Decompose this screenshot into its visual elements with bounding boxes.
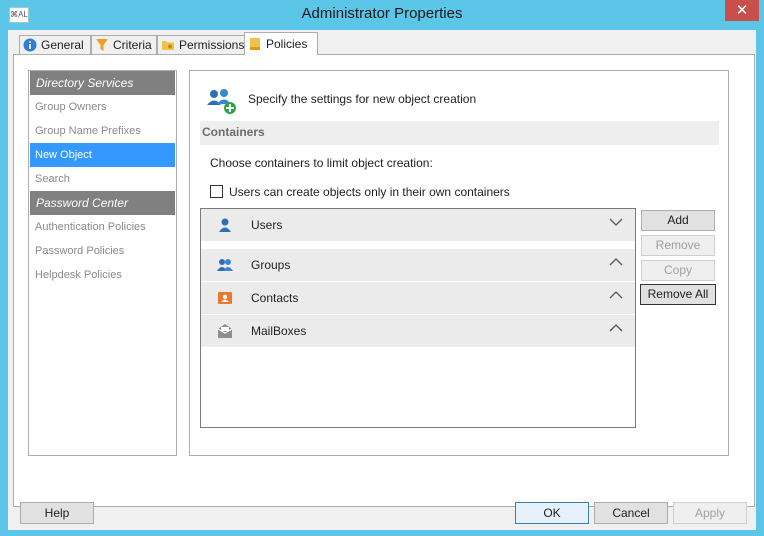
chevron-down-icon[interactable] [609,217,623,227]
nav-item-search[interactable]: Search [29,167,176,191]
tab-permissions[interactable]: Permissions [157,35,245,54]
nav-item-new-object[interactable]: New Object [30,143,175,167]
contact-card-icon [218,292,232,304]
user-icon [219,218,231,232]
new-object-panel: Specify the settings for new object crea… [189,70,729,456]
close-button[interactable]: ✕ [725,0,759,21]
nav-item-authentication-policies[interactable]: Authentication Policies [29,215,176,239]
add-button[interactable]: Add [641,210,715,231]
filter-icon [96,39,108,51]
copy-button[interactable]: Copy [641,260,715,281]
chevron-up-icon[interactable] [609,257,623,267]
remove-all-button[interactable]: Remove All [640,284,716,305]
folder-key-icon [162,41,174,50]
own-containers-checkbox-label[interactable]: Users can create objects only in their o… [229,185,510,199]
window: ⌘AL Administrator Properties ✕ General C… [0,0,764,536]
choose-containers-label: Choose containers to limit object creati… [210,156,433,170]
ok-button[interactable]: OK [515,502,589,524]
section-containers: Containers [200,121,719,145]
tab-criteria-label: Criteria [113,38,152,52]
tab-policies-label: Policies [266,37,308,51]
chevron-up-icon[interactable] [609,290,623,300]
cancel-button[interactable]: Cancel [594,502,668,524]
add-users-icon [207,89,236,114]
tab-permissions-label: Permissions [179,38,245,52]
container-label: Contacts [251,291,299,305]
container-label: Users [251,218,283,232]
help-button[interactable]: Help [20,502,94,524]
tab-general[interactable]: General [19,35,91,54]
container-label: Groups [251,258,291,272]
policy-book-icon [250,38,260,50]
policies-nav: Directory Services Group Owners Group Na… [28,70,177,456]
container-row-contacts[interactable]: Contacts [201,282,635,314]
dialog-client: General Criteria Permissions Policies Di… [8,30,756,530]
nav-item-group-name-prefixes[interactable]: Group Name Prefixes [29,119,176,143]
info-icon [23,38,37,52]
tab-criteria[interactable]: Criteria [91,35,157,54]
remove-button[interactable]: Remove [641,235,715,256]
nav-item-helpdesk-policies[interactable]: Helpdesk Policies [29,263,176,287]
title-bar[interactable]: ⌘AL Administrator Properties ✕ [0,0,764,30]
group-icon [217,259,233,271]
nav-item-group-owners[interactable]: Group Owners [29,95,176,119]
nav-section-directory-services: Directory Services [30,71,175,95]
tab-general-label: General [41,38,84,52]
container-row-mailboxes[interactable]: MailBoxes [201,315,635,347]
container-row-groups[interactable]: Groups [201,249,635,281]
tab-policies[interactable]: Policies [244,32,318,55]
chevron-up-icon[interactable] [609,323,623,333]
containers-list[interactable]: Users Groups Contacts MailBoxes [200,208,636,428]
container-label: MailBoxes [251,324,307,338]
nav-item-password-policies[interactable]: Password Policies [29,239,176,263]
container-row-users[interactable]: Users [201,209,635,241]
window-title: Administrator Properties [301,5,463,22]
panel-header-text: Specify the settings for new object crea… [248,92,477,106]
mailbox-icon [217,324,233,338]
own-containers-checkbox[interactable] [210,185,223,198]
nav-section-password-center: Password Center [30,191,175,215]
apply-button[interactable]: Apply [673,502,747,524]
